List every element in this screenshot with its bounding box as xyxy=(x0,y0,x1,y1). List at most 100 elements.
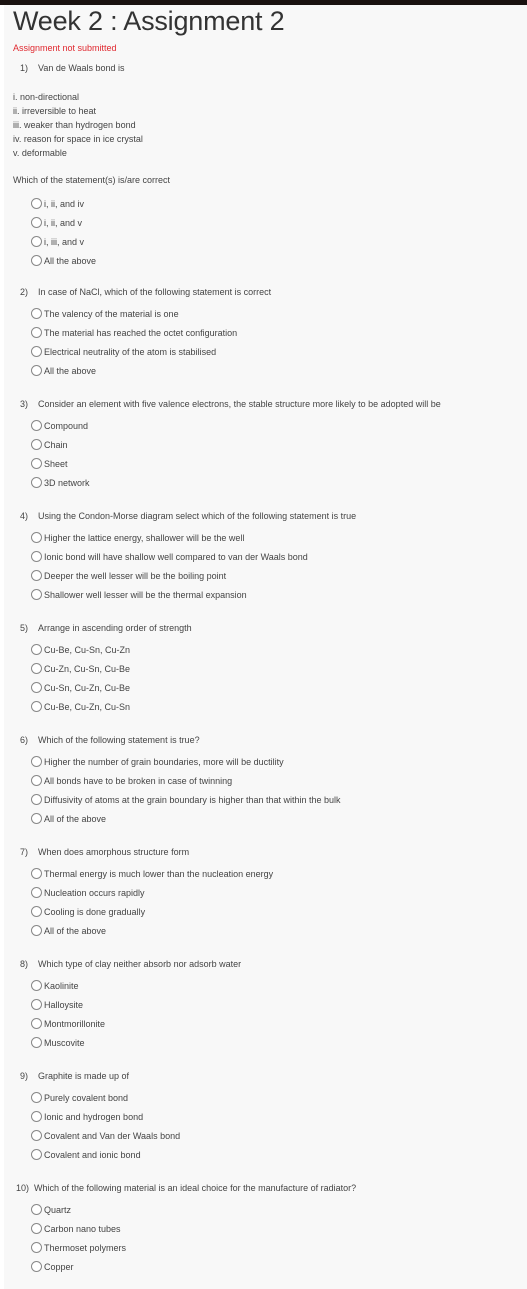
answer-option[interactable]: Cooling is done gradually xyxy=(31,904,145,919)
radio-button[interactable] xyxy=(31,887,42,898)
radio-button[interactable] xyxy=(31,365,42,376)
answer-option[interactable]: Diffusivity of atoms at the grain bounda… xyxy=(31,792,341,807)
answer-option[interactable]: Deeper the well lesser will be the boili… xyxy=(31,568,226,583)
answer-option[interactable]: Quartz xyxy=(31,1202,71,1217)
answer-option[interactable]: Covalent and Van der Waals bond xyxy=(31,1128,180,1143)
radio-button[interactable] xyxy=(31,1130,42,1141)
radio-button[interactable] xyxy=(31,198,42,209)
radio-button[interactable] xyxy=(31,458,42,469)
radio-button[interactable] xyxy=(31,1037,42,1048)
answer-option[interactable]: All of the above xyxy=(31,811,106,826)
radio-button[interactable] xyxy=(31,701,42,712)
answer-option[interactable]: Thermal energy is much lower than the nu… xyxy=(31,866,273,881)
answer-option[interactable]: Electrical neutrality of the atom is sta… xyxy=(31,344,216,359)
answer-option[interactable]: Covalent and ionic bond xyxy=(31,1147,141,1162)
answer-option[interactable]: The material has reached the octet confi… xyxy=(31,325,237,340)
radio-button[interactable] xyxy=(31,1149,42,1160)
radio-button[interactable] xyxy=(31,906,42,917)
option-label: Montmorillonite xyxy=(44,1018,106,1029)
answer-option[interactable]: Carbon nano tubes xyxy=(31,1221,121,1236)
answer-option[interactable]: Halloysite xyxy=(31,997,83,1012)
answer-option[interactable]: Ionic bond will have shallow well compar… xyxy=(31,549,308,564)
answer-option[interactable]: 3D network xyxy=(31,475,90,490)
question-text: Using the Condon-Morse diagram select wh… xyxy=(38,511,357,521)
radio-button[interactable] xyxy=(31,980,42,991)
answer-option[interactable]: Copper xyxy=(31,1259,74,1274)
radio-button[interactable] xyxy=(31,532,42,543)
question-text: Van de Waals bond is xyxy=(38,63,125,73)
answer-option[interactable]: Sheet xyxy=(31,456,68,471)
question-8: 8) Which type of clay neither absorb nor … xyxy=(20,959,241,969)
option-label: Muscovite xyxy=(44,1037,85,1048)
answer-option[interactable]: Shallower well lesser will be the therma… xyxy=(31,587,247,602)
answer-option[interactable]: Cu-Be, Cu-Sn, Cu-Zn xyxy=(31,642,130,657)
option-label: Shallower well lesser will be the therma… xyxy=(44,589,247,600)
radio-button[interactable] xyxy=(31,1261,42,1272)
answer-option[interactable]: Montmorillonite xyxy=(31,1016,105,1031)
answer-option[interactable]: All bonds have to be broken in case of t… xyxy=(31,773,232,788)
option-label: Chain xyxy=(44,439,68,450)
radio-button[interactable] xyxy=(31,663,42,674)
radio-button[interactable] xyxy=(31,1018,42,1029)
radio-button[interactable] xyxy=(31,477,42,488)
page-title: Week 2 : Assignment 2 xyxy=(13,6,285,36)
answer-option[interactable]: The valency of the material is one xyxy=(31,306,179,321)
answer-option[interactable]: Kaolinite xyxy=(31,978,79,993)
answer-option[interactable]: All of the above xyxy=(31,923,106,938)
question-6: 6) Which of the following statement is tr… xyxy=(20,735,200,745)
radio-button[interactable] xyxy=(31,1092,42,1103)
question-1: 1) Van de Waals bond is xyxy=(20,63,125,73)
answer-option[interactable]: All the above xyxy=(31,363,96,378)
option-label: i, ii, and v xyxy=(44,217,83,228)
radio-button[interactable] xyxy=(31,420,42,431)
radio-button[interactable] xyxy=(31,925,42,936)
answer-option[interactable]: Chain xyxy=(31,437,68,452)
radio-button[interactable] xyxy=(31,551,42,562)
answer-option[interactable]: Compound xyxy=(31,418,88,433)
radio-button[interactable] xyxy=(31,756,42,767)
answer-option[interactable]: i, iii, and v xyxy=(31,234,84,249)
question-number: 2) xyxy=(20,287,29,297)
option-label: Cu-Sn, Cu-Zn, Cu-Be xyxy=(44,682,131,693)
answer-option[interactable]: Cu-Be, Cu-Zn, Cu-Sn xyxy=(31,699,130,714)
option-label: Thermoset polymers xyxy=(44,1242,127,1253)
radio-button[interactable] xyxy=(31,439,42,450)
radio-button[interactable] xyxy=(31,217,42,228)
option-label: Halloysite xyxy=(44,999,84,1010)
radio-button[interactable] xyxy=(31,1204,42,1215)
radio-button[interactable] xyxy=(31,255,42,266)
option-label: The valency of the material is one xyxy=(44,308,179,319)
statement-item: iv. reason for space in ice crystal xyxy=(13,134,143,144)
answer-option[interactable]: Cu-Sn, Cu-Zn, Cu-Be xyxy=(31,680,130,695)
radio-button[interactable] xyxy=(31,570,42,581)
answer-option[interactable]: Nucleation occurs rapidly xyxy=(31,885,145,900)
radio-button[interactable] xyxy=(31,868,42,879)
answer-option[interactable]: Higher the number of grain boundaries, m… xyxy=(31,754,284,769)
radio-button[interactable] xyxy=(31,775,42,786)
radio-button[interactable] xyxy=(31,346,42,357)
radio-button[interactable] xyxy=(31,1223,42,1234)
answer-option[interactable]: All the above xyxy=(31,253,96,268)
radio-button[interactable] xyxy=(31,589,42,600)
radio-button[interactable] xyxy=(31,813,42,824)
answer-option[interactable]: Thermoset polymers xyxy=(31,1240,126,1255)
answer-option[interactable]: Higher the lattice energy, shallower wil… xyxy=(31,530,244,545)
radio-button[interactable] xyxy=(31,308,42,319)
question-text: Consider an element with five valence el… xyxy=(38,399,441,409)
radio-button[interactable] xyxy=(31,1111,42,1122)
radio-button[interactable] xyxy=(31,236,42,247)
answer-option[interactable]: Purely covalent bond xyxy=(31,1090,128,1105)
radio-button[interactable] xyxy=(31,682,42,693)
answer-option[interactable]: Cu-Zn, Cu-Sn, Cu-Be xyxy=(31,661,130,676)
radio-button[interactable] xyxy=(31,999,42,1010)
radio-button[interactable] xyxy=(31,1242,42,1253)
answer-option[interactable]: i, ii, and v xyxy=(31,215,82,230)
answer-option[interactable]: i, ii, and iv xyxy=(31,196,84,211)
radio-button[interactable] xyxy=(31,794,42,805)
radio-button[interactable] xyxy=(31,327,42,338)
answer-option[interactable]: Ionic and hydrogen bond xyxy=(31,1109,143,1124)
option-label: Quartz xyxy=(44,1204,72,1215)
radio-button[interactable] xyxy=(31,644,42,655)
option-label: All of the above xyxy=(44,813,107,824)
answer-option[interactable]: Muscovite xyxy=(31,1035,85,1050)
